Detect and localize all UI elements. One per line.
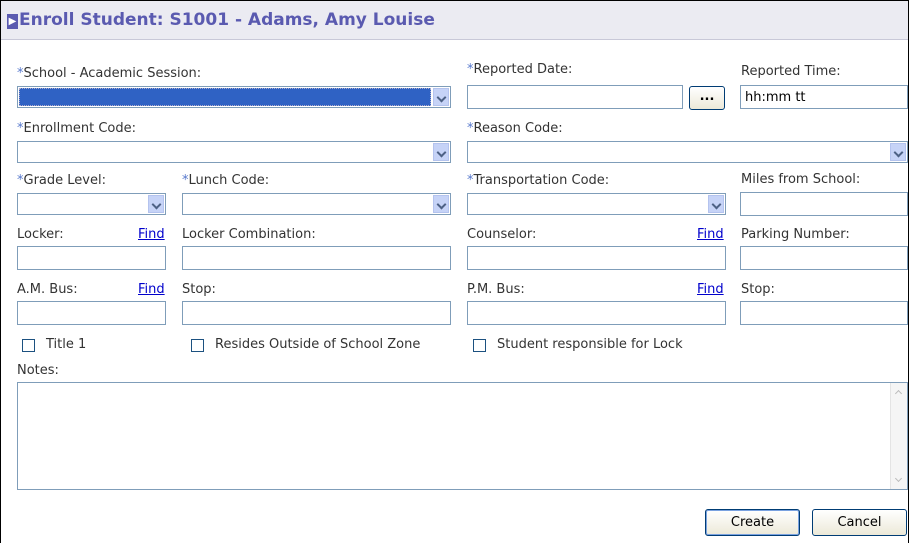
chevron-down-icon[interactable] xyxy=(148,195,164,213)
enrollment-code-label: *Enrollment Code: xyxy=(17,121,136,136)
am-bus-find-link[interactable]: Find xyxy=(138,282,165,297)
reported-date-input[interactable] xyxy=(467,85,683,109)
am-bus-label: A.M. Bus: xyxy=(17,282,78,297)
responsible-lock-label: Student responsible for Lock xyxy=(497,337,683,352)
pm-bus-input[interactable] xyxy=(467,301,726,325)
parking-number-label: Parking Number: xyxy=(741,227,850,242)
transportation-code-label-text: Transportation Code: xyxy=(473,173,610,188)
pm-stop-label: Stop: xyxy=(741,282,775,297)
locker-label: Locker: xyxy=(17,227,64,242)
school-session-label-text: School - Academic Session: xyxy=(23,66,202,81)
lunch-code-label-text: Lunch Code: xyxy=(188,173,270,188)
counselor-input[interactable] xyxy=(467,246,726,270)
locker-combination-input[interactable] xyxy=(182,246,451,270)
responsible-lock-checkbox[interactable] xyxy=(473,339,486,352)
chevron-down-icon[interactable] xyxy=(433,195,449,213)
am-bus-input[interactable] xyxy=(17,301,166,325)
locker-find-link[interactable]: Find xyxy=(138,227,165,242)
pm-bus-label: P.M. Bus: xyxy=(467,282,525,297)
reason-code-label-text: Reason Code: xyxy=(473,121,563,136)
dialog-titlebar: ▶ Enroll Student: S1001 - Adams, Amy Loui… xyxy=(1,1,908,40)
chevron-down-icon[interactable] xyxy=(708,195,724,213)
title1-label: Title 1 xyxy=(46,337,87,352)
reason-code-label: *Reason Code: xyxy=(467,121,563,136)
dialog-title-text: Enroll Student: S1001 - Adams, Amy Louis… xyxy=(19,10,435,30)
miles-from-school-label: Miles from School: xyxy=(741,172,861,187)
reported-date-label-text: Reported Date: xyxy=(473,62,573,77)
am-stop-label: Stop: xyxy=(182,282,216,297)
notes-label: Notes: xyxy=(17,363,59,378)
title1-checkbox[interactable] xyxy=(22,339,35,352)
locker-input[interactable] xyxy=(17,246,166,270)
reason-code-select[interactable] xyxy=(467,141,908,163)
miles-from-school-input[interactable] xyxy=(740,192,908,216)
resides-outside-label: Resides Outside of School Zone xyxy=(215,337,421,352)
selected-option-highlight xyxy=(19,88,431,106)
school-session-select[interactable] xyxy=(17,86,451,108)
grade-level-label: *Grade Level: xyxy=(17,173,106,188)
chevron-down-icon[interactable] xyxy=(890,143,906,161)
notes-textarea[interactable] xyxy=(17,382,908,490)
lunch-code-label: *Lunch Code: xyxy=(182,173,269,188)
pm-stop-input[interactable] xyxy=(740,301,908,325)
transportation-code-select[interactable] xyxy=(467,193,726,215)
counselor-label: Counselor: xyxy=(467,227,537,242)
notes-scrollbar[interactable] xyxy=(890,383,907,489)
resides-outside-checkbox[interactable] xyxy=(191,339,204,352)
date-picker-button[interactable]: ... xyxy=(689,86,725,110)
create-button[interactable]: Create xyxy=(705,509,800,536)
enrollment-code-label-text: Enrollment Code: xyxy=(23,121,136,136)
scroll-up-icon[interactable] xyxy=(892,384,906,400)
locker-combination-label: Locker Combination: xyxy=(182,227,316,242)
lunch-code-select[interactable] xyxy=(182,193,451,215)
grade-level-label-text: Grade Level: xyxy=(23,173,106,188)
scroll-down-icon[interactable] xyxy=(892,472,906,488)
am-stop-input[interactable] xyxy=(182,301,451,325)
dialog-title: ▶ Enroll Student: S1001 - Adams, Amy Loui… xyxy=(7,10,435,30)
cancel-button[interactable]: Cancel xyxy=(812,509,907,536)
reported-date-label: *Reported Date: xyxy=(467,62,572,77)
chevron-down-icon[interactable] xyxy=(433,88,449,106)
school-session-label: *School - Academic Session: xyxy=(17,66,201,81)
grade-level-select[interactable] xyxy=(17,193,166,215)
pm-bus-find-link[interactable]: Find xyxy=(697,282,724,297)
transportation-code-label: *Transportation Code: xyxy=(467,173,609,188)
reported-time-input[interactable] xyxy=(740,85,908,109)
counselor-find-link[interactable]: Find xyxy=(697,227,724,242)
parking-number-input[interactable] xyxy=(740,246,908,270)
chevron-down-icon[interactable] xyxy=(433,143,449,161)
reported-time-label: Reported Time: xyxy=(741,64,841,79)
enrollment-code-select[interactable] xyxy=(17,141,451,163)
collapse-arrow-icon[interactable]: ▶ xyxy=(7,14,18,29)
